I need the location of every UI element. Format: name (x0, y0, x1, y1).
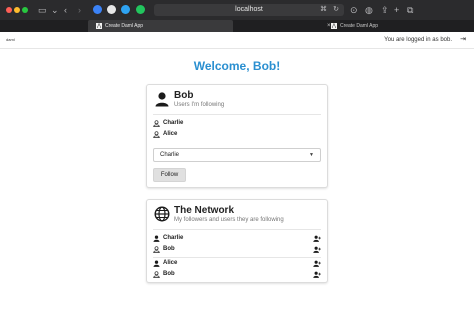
extension-3-icon[interactable] (121, 5, 130, 14)
app-header: daml You are logged in as bob. ⇥ (0, 32, 474, 49)
select-value: Charlie (160, 152, 180, 158)
list-item: Alice (153, 130, 321, 140)
tab-label: Create Daml App (339, 23, 379, 29)
tab-label: Create Daml App (105, 23, 144, 29)
address-bar[interactable]: localhost ⌘ ↻ (154, 4, 344, 16)
card-subtitle: My followers and users they are followin… (174, 217, 284, 223)
extension-4-icon[interactable] (136, 5, 145, 14)
card-subtitle: Users I'm following (174, 102, 225, 108)
browser-toolbar: ▭ ⌄ ‹ › localhost ⌘ ↻ ⊙ ◍ ⇪ + ⧉ (0, 0, 474, 20)
extension-1-icon[interactable] (93, 5, 102, 14)
new-tab-icon[interactable]: + (394, 4, 399, 16)
follow-user-select[interactable]: Charlie ▼ (153, 148, 321, 162)
list-item: Alice (153, 259, 321, 269)
user-filled-icon (153, 235, 160, 242)
logged-in-status: You are logged in as bob. (384, 37, 452, 43)
globe-icon (154, 206, 170, 222)
card-title: The Network (174, 205, 235, 216)
add-user-icon[interactable] (313, 246, 321, 253)
user-outline-icon (153, 131, 160, 138)
daml-logo: daml (6, 37, 15, 42)
tab-create-daml-app-active[interactable]: ⋀ Create Daml App (88, 20, 233, 32)
user-name: Charlie (163, 120, 184, 126)
daml-logo-icon: ⋀ (96, 22, 102, 29)
tab-overview-icon[interactable]: ⧉ (407, 4, 413, 16)
add-user-icon[interactable] (313, 260, 321, 267)
list-item: Charlie (153, 234, 321, 244)
logout-icon[interactable]: ⇥ (460, 35, 466, 43)
tab-bar: ⋀ Create Daml App × ⋀ Create Daml App (0, 20, 474, 32)
card-title: Bob (174, 90, 194, 101)
list-item: Bob (153, 270, 321, 280)
reload-icon[interactable]: ↻ (333, 5, 339, 15)
user-filled-icon (153, 260, 160, 267)
back-icon[interactable]: ‹ (64, 4, 67, 16)
sidebar-toggle-icon[interactable]: ▭ (38, 4, 47, 16)
downloads-icon[interactable]: ⊙ (350, 4, 358, 16)
user-name: Alice (163, 260, 178, 266)
welcome-heading: Welcome, Bob! (193, 59, 281, 73)
user-icon (155, 92, 169, 107)
user-outline-icon (153, 246, 160, 253)
add-user-icon[interactable] (313, 271, 321, 278)
extension-2-icon[interactable] (107, 5, 116, 14)
divider (153, 114, 321, 115)
sidebar-menu-icon[interactable]: ⌄ (51, 4, 59, 16)
daml-logo-icon: ⋀ (330, 22, 337, 29)
list-item: Bob (153, 245, 321, 255)
user-outline-icon (153, 271, 160, 278)
extension-5-icon[interactable]: ◍ (365, 4, 373, 16)
user-outline-icon (153, 120, 160, 127)
maximize-window-button[interactable] (22, 7, 28, 13)
following-card: Bob Users I'm following Charlie Alice Ch… (146, 84, 328, 188)
minimize-window-button[interactable] (14, 7, 20, 13)
forward-icon[interactable]: › (78, 4, 81, 16)
add-user-icon[interactable] (313, 235, 321, 242)
divider (153, 257, 321, 258)
tab-create-daml-app[interactable]: × ⋀ Create Daml App (235, 20, 474, 32)
close-window-button[interactable] (6, 7, 12, 13)
user-name: Bob (163, 271, 175, 277)
list-item: Charlie (153, 119, 321, 129)
user-name: Alice (163, 131, 178, 137)
translate-icon[interactable]: ⌘ (320, 5, 327, 15)
user-name: Bob (163, 246, 175, 252)
share-icon[interactable]: ⇪ (381, 4, 389, 16)
follow-button[interactable]: Follow (153, 168, 186, 182)
divider (153, 229, 321, 230)
user-name: Charlie (163, 235, 184, 241)
network-card: The Network My followers and users they … (146, 199, 328, 283)
tab-close-icon[interactable]: × (327, 20, 331, 32)
chevron-down-icon: ▼ (309, 152, 314, 158)
address-text: localhost (235, 6, 263, 13)
